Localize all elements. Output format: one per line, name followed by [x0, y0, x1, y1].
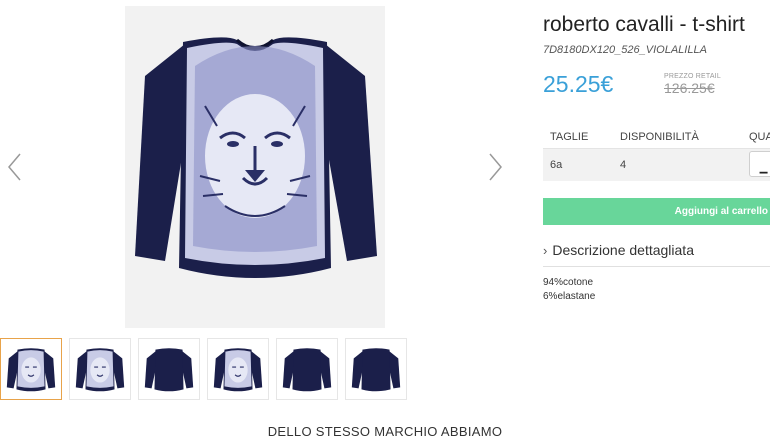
chevron-right-icon: ›: [543, 243, 548, 258]
product-sku: 7D8180DX120_526_VIOLALILLA: [543, 44, 707, 56]
tshirt-front-thumbnail-image: [213, 348, 263, 392]
availability-value: 4: [620, 159, 627, 171]
product-price: 25.25€: [543, 71, 614, 97]
thumbnail[interactable]: [0, 338, 62, 400]
gallery-next-button[interactable]: [484, 150, 506, 184]
tshirt-back-thumbnail-image: [282, 348, 332, 392]
retail-price-label: PREZZO RETAIL: [664, 73, 721, 80]
table-row: 6a 4 −: [543, 149, 770, 182]
thumbnail[interactable]: [69, 338, 131, 400]
header-availability: DISPONIBILITÀ: [620, 131, 699, 143]
tshirt-back-thumbnail-image: [351, 348, 401, 392]
product-title: roberto cavalli - t-shirt: [543, 13, 745, 36]
add-to-cart-label: Aggiungi al carrello: [674, 206, 768, 217]
product-main-image[interactable]: [125, 6, 385, 328]
thumbnail[interactable]: [276, 338, 338, 400]
size-value: 6a: [550, 159, 563, 171]
retail-price: 126.25€: [664, 80, 715, 96]
composition-text: 94%cotone 6%elastane: [543, 276, 595, 304]
tshirt-lion-image: [125, 6, 385, 328]
tshirt-back-thumbnail-image: [144, 348, 194, 392]
thumbnail[interactable]: [345, 338, 407, 400]
tshirt-front-thumbnail-image: [6, 348, 56, 392]
header-quantity: QUA: [749, 131, 770, 143]
thumbnail[interactable]: [207, 338, 269, 400]
same-brand-heading: DELLO STESSO MARCHIO ABBIAMO: [267, 424, 503, 439]
composition-line: 94%cotone: [543, 277, 594, 288]
description-toggle[interactable]: › Descrizione dettagliata: [543, 242, 770, 267]
header-size: TAGLIE: [550, 131, 589, 143]
chevron-right-icon: [489, 153, 502, 181]
description-toggle-label: Descrizione dettagliata: [552, 242, 694, 258]
quantity-decrease-button[interactable]: −: [749, 151, 770, 182]
thumbnail[interactable]: [138, 338, 200, 400]
add-to-cart-button[interactable]: Aggiungi al carrello: [543, 198, 770, 225]
gallery-prev-button[interactable]: [4, 150, 26, 184]
tshirt-front-thumbnail-image: [75, 348, 125, 392]
chevron-left-icon: [8, 153, 21, 181]
sizes-table-header: TAGLIE DISPONIBILITÀ QUA: [543, 126, 770, 149]
minus-icon: −: [759, 165, 769, 182]
composition-line: 6%elastane: [543, 291, 596, 302]
